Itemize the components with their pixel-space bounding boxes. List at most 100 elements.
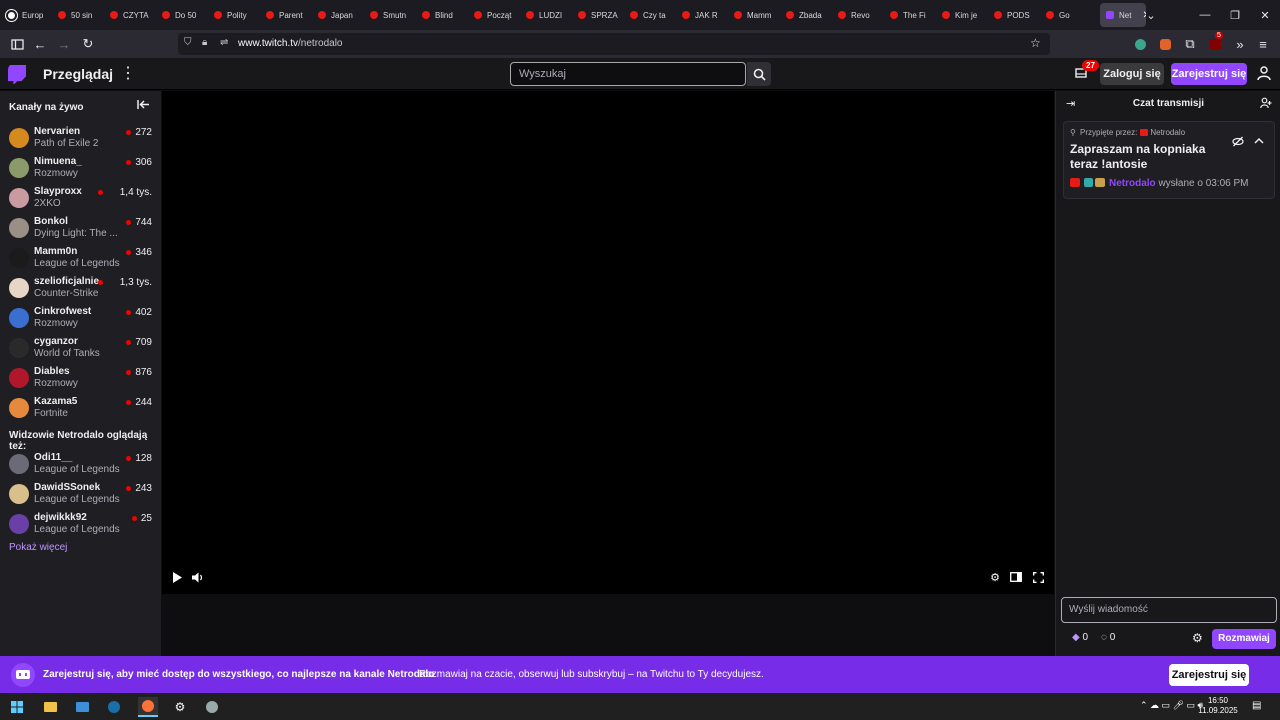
pinned-author[interactable]: Netrodalo <box>1109 178 1156 189</box>
settings-gear-icon[interactable]: ⚙ <box>987 569 1003 585</box>
tab-list-icon[interactable]: ⌄ <box>1136 0 1166 30</box>
back-icon[interactable]: ← <box>30 34 50 54</box>
promo-signup-button[interactable]: Zarejestruj się <box>1169 664 1249 686</box>
sidebar-channel-diables[interactable]: Diables Rozmowy 876 <box>0 364 161 394</box>
browser-tab[interactable]: Revo <box>832 0 884 30</box>
vpn-extension-icon[interactable] <box>1130 34 1150 54</box>
browser-tab[interactable]: The Fi <box>884 0 936 30</box>
sidebar-channel-mamm0n[interactable]: Mamm0n League of Legends 346 <box>0 244 161 274</box>
sidebar-toggle-icon[interactable] <box>7 34 27 54</box>
channel-category: Fortnite <box>34 408 68 419</box>
steam-icon[interactable] <box>104 697 124 717</box>
system-tray[interactable]: ⌃ ☁ ▭ 🎤︎ ▭ 🔊︎ <box>1140 700 1203 711</box>
collapse-sidebar-icon[interactable] <box>137 99 151 113</box>
browser-tab[interactable]: Go <box>1040 0 1092 30</box>
sidebar-channel-szelioficjalnie[interactable]: szelioficjalnie Counter-Strike 1,3 tys. <box>0 274 161 304</box>
bits-balance[interactable]: ◆ 0 <box>1072 632 1088 643</box>
chat-message-input[interactable]: Wyślij wiadomość <box>1061 597 1277 623</box>
browser-tab[interactable]: Japan <box>312 0 364 30</box>
sidebar-channel-cinkrofwest[interactable]: Cinkrofwest Rozmowy 402 <box>0 304 161 334</box>
forward-icon[interactable]: → <box>54 34 74 54</box>
permissions-icon[interactable]: ⇌ <box>220 37 228 48</box>
address-bar[interactable]: ⛉ 🔒︎ ⇌ www.twitch.tv/netrodalo ☆ <box>178 33 1050 55</box>
bits-count: 0 <box>1082 632 1089 643</box>
close-window-icon[interactable]: ✕ <box>1250 0 1280 30</box>
live-indicator-icon <box>126 220 132 225</box>
browser-tab[interactable]: SPRZA <box>572 0 624 30</box>
chat-send-button[interactable]: Rozmawiaj <box>1212 629 1276 649</box>
notification-center-icon[interactable]: ▤ <box>1252 700 1261 711</box>
app-icon[interactable] <box>202 697 222 717</box>
browser-tab[interactable]: PODS <box>988 0 1040 30</box>
browser-tab[interactable]: Europ <box>0 0 52 30</box>
search-button[interactable] <box>747 62 771 86</box>
volume-icon[interactable] <box>190 569 206 585</box>
overflow-chevrons-icon[interactable]: » <box>1230 34 1250 54</box>
browse-link[interactable]: Przeglądaj <box>43 66 113 82</box>
bookmark-star-icon[interactable]: ☆ <box>1030 36 1041 50</box>
twitch-logo-icon[interactable] <box>8 65 26 84</box>
browser-tab[interactable]: Polity <box>208 0 260 30</box>
promo-subtext: Rozmawiaj na czacie, obserwuj lub subskr… <box>419 669 764 680</box>
reload-icon[interactable]: ↻ <box>78 34 98 54</box>
show-more-link[interactable]: Pokaż więcej <box>9 542 67 553</box>
sidebar-channel-dawidssonek[interactable]: DawidSSonek League of Legends 243 <box>0 480 161 510</box>
channel-category: Dying Light: The ... <box>34 228 118 239</box>
sidebar-channel-kazama5[interactable]: Kazama5 Fortnite 244 <box>0 394 161 424</box>
browser-tab-label: Go <box>1059 10 1070 20</box>
channel-category: League of Legends <box>34 464 120 475</box>
more-vertical-icon[interactable]: ⋮ <box>120 64 136 84</box>
chat-settings-gear-icon[interactable]: ⚙ <box>1192 631 1203 645</box>
pinned-by-user: Netrodalo <box>1150 128 1186 137</box>
channel-points-balance[interactable]: ◌ 0 <box>1101 632 1115 643</box>
user-icon[interactable] <box>1256 65 1274 83</box>
browser-tab[interactable]: Począt <box>468 0 520 30</box>
avatar <box>9 278 29 298</box>
browser-tab[interactable]: 50 sin <box>52 0 104 30</box>
play-icon[interactable] <box>169 569 185 585</box>
hide-pin-icon[interactable] <box>1232 136 1244 150</box>
signup-button[interactable]: Zarejestruj się <box>1171 63 1247 85</box>
shield-icon[interactable]: ⛉ <box>184 37 192 48</box>
browser-tab[interactable]: JAK R <box>676 0 728 30</box>
browser-tab[interactable]: Mamm <box>728 0 780 30</box>
browser-tab[interactable]: LUDZI <box>520 0 572 30</box>
ublock-extension-icon[interactable]: 5 <box>1205 32 1225 54</box>
windows-start-icon[interactable] <box>7 697 27 717</box>
browser-tab[interactable]: Parent <box>260 0 312 30</box>
url-text: www.twitch.tv/netrodalo <box>238 38 343 49</box>
search-input[interactable]: Wyszukaj <box>510 62 746 86</box>
sidebar-channel-dejwikkk92[interactable]: dejwikkk92 League of Legends 25 <box>0 510 161 540</box>
channel-name: cyganzor <box>34 336 78 347</box>
firefox-icon[interactable] <box>138 697 158 717</box>
browser-tab[interactable]: Blind <box>416 0 468 30</box>
menu-hamburger-icon[interactable]: ≡ <box>1253 34 1273 54</box>
sidebar-channel-nimuena_[interactable]: Nimuena_ Rozmowy 306 <box>0 154 161 184</box>
fullscreen-icon[interactable] <box>1030 569 1046 585</box>
settings-app-icon[interactable]: ⚙ <box>170 697 190 717</box>
browser-tab[interactable]: Czy ta <box>624 0 676 30</box>
taskbar-clock[interactable]: 16:50 11.09.2025 <box>1198 696 1238 716</box>
browser-tab[interactable]: Kim je <box>936 0 988 30</box>
maximize-icon[interactable]: ❐ <box>1220 0 1250 30</box>
browser-tab[interactable]: Smutn <box>364 0 416 30</box>
lock-icon[interactable]: 🔒︎ <box>202 37 207 48</box>
sidebar-channel-bonkol[interactable]: Bonkol Dying Light: The ... 744 <box>0 214 161 244</box>
fox-extension-icon[interactable] <box>1155 34 1175 54</box>
browser-tab[interactable]: Do 50 <box>156 0 208 30</box>
sidebar-channel-nervarien[interactable]: Nervarien Path of Exile 2 272 <box>0 124 161 154</box>
video-player[interactable]: ⚙ <box>162 91 1054 594</box>
community-users-icon[interactable] <box>1260 97 1272 112</box>
theatre-mode-icon[interactable] <box>1008 569 1024 585</box>
extensions-puzzle-icon[interactable]: ⧉ <box>1180 34 1200 54</box>
minimize-icon[interactable]: — <box>1190 0 1220 30</box>
system-app-icon[interactable] <box>72 697 92 717</box>
sidebar-channel-odi11__[interactable]: Odi11__ League of Legends 128 <box>0 450 161 480</box>
chevron-up-icon[interactable] <box>1254 135 1264 147</box>
browser-tab[interactable]: CZYTA <box>104 0 156 30</box>
browser-tab[interactable]: Zbada <box>780 0 832 30</box>
file-explorer-icon[interactable] <box>40 697 60 717</box>
login-button[interactable]: Zaloguj się <box>1100 63 1164 85</box>
sidebar-channel-cyganzor[interactable]: cyganzor World of Tanks 709 <box>0 334 161 364</box>
sidebar-channel-slayproxx[interactable]: Slayproxx 2XKO 1,4 tys. <box>0 184 161 214</box>
